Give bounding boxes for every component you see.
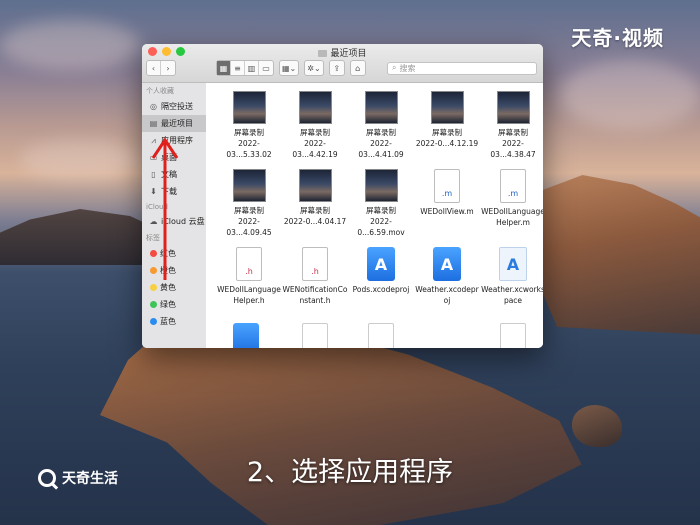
file-name: Weather.xcodepr oj (415, 285, 479, 305)
folder-icon (318, 50, 328, 57)
file-icon (368, 323, 394, 348)
file-name: Pods.xcodeproj (352, 285, 410, 294)
file-item[interactable]: A Pods.xcodeproj (348, 247, 414, 295)
action-menu-button[interactable]: ✲⌄ (304, 60, 324, 76)
sidebar-item-label: 绿色 (160, 300, 176, 309)
file-item[interactable]: .h WENotificationCo nstant.h (282, 247, 348, 306)
file-item[interactable]: 屏幕录制 2022-03...4.42.19 (282, 91, 348, 160)
file-name: 屏幕录制 2022-03...4.09.45 (226, 206, 272, 237)
file-item[interactable]: A Weather.xcodepr oj (414, 247, 480, 306)
video-thumbnail-icon (430, 91, 464, 124)
file-item[interactable]: A Weather.xcworks pace (480, 247, 543, 306)
search-placeholder: 搜索 (399, 63, 416, 73)
sidebar-item-label: 隔空投送 (161, 102, 193, 111)
title-bar: 最近项目 ‹ › ▦ ≡ ▥ ▭ ▦⌄ ✲⌄ ⇪ ⌂ ⌕ 搜索 (142, 44, 543, 83)
forward-button[interactable]: › (161, 61, 175, 75)
xcode-project-icon: A (433, 247, 461, 281)
group-icon: ▦⌄ (282, 63, 297, 73)
file-icon (500, 323, 526, 348)
share-button[interactable]: ⇪ (328, 60, 345, 76)
video-thumbnail-icon (364, 91, 398, 124)
xcode-project-icon (233, 323, 259, 348)
watermark-bottom: 天奇生活 (38, 468, 118, 488)
cloud (20, 140, 140, 180)
finder-window: 最近项目 ‹ › ▦ ≡ ▥ ▭ ▦⌄ ✲⌄ ⇪ ⌂ ⌕ 搜索 个人收藏 ◎ 隔… (142, 44, 543, 348)
file-item[interactable]: 屏幕录制 2022-03...5.33.02 (216, 91, 282, 160)
toolbar: ‹ › ▦ ≡ ▥ ▭ ▦⌄ ✲⌄ ⇪ ⌂ ⌕ 搜索 (146, 60, 537, 76)
objc-source-file-icon: .m (500, 169, 526, 203)
file-name: 屏幕录制 2022-0...4.12.19 (415, 128, 479, 148)
xcode-workspace-icon: A (499, 247, 527, 281)
tag-dot-icon (150, 301, 157, 308)
view-mode-group: ▦ ≡ ▥ ▭ (216, 60, 274, 76)
file-item[interactable]: 屏幕录制 2022-0...6.59.mov (348, 169, 414, 238)
file-item[interactable]: 屏幕录制 2022-03...4.38.47 (480, 91, 543, 160)
tag-button[interactable]: ⌂ (349, 60, 366, 76)
file-name: 屏幕录制 2022-03...5.33.02 (226, 128, 272, 159)
window-title-text: 最近项目 (330, 49, 367, 59)
video-thumbnail-icon (298, 169, 332, 202)
tag-dot-icon (150, 284, 157, 291)
share-icon: ⇪ (333, 63, 341, 73)
video-thumbnail-icon (232, 91, 266, 124)
video-thumbnail-icon (232, 169, 266, 202)
sidebar-tag-blue[interactable]: 蓝色 (142, 313, 206, 330)
file-item[interactable]: .h WEDollLanguage Helper.h (216, 247, 282, 306)
file-name: 屏幕录制 2022-0...4.04.17 (283, 206, 347, 226)
file-item[interactable]: 屏幕录制 2022-0...4.12.19 (414, 91, 480, 149)
file-item[interactable]: 屏幕录制 2022-03...4.41.09 (348, 91, 414, 160)
gallery-view-button[interactable]: ▭ (259, 61, 273, 75)
xcode-project-icon: A (367, 247, 395, 281)
file-item[interactable]: .m WEDollLanguage Helper.m (480, 169, 543, 228)
file-item[interactable]: 屏幕录制 2022-0...4.04.17 (282, 169, 348, 227)
red-arrow-annotation (151, 137, 179, 280)
header-file-icon: .h (236, 247, 262, 281)
file-name: 屏幕录制 2022-03...4.42.19 (292, 128, 338, 159)
gear-icon: ✲⌄ (307, 63, 321, 73)
file-name: WEDollView.m (420, 207, 474, 216)
cloud (0, 20, 140, 70)
nav-buttons: ‹ › (146, 60, 176, 76)
island-right (540, 175, 700, 335)
sidebar-tag-green[interactable]: 绿色 (142, 296, 206, 313)
search-icon: ⌕ (392, 63, 397, 72)
cloud (560, 60, 700, 130)
file-name: 屏幕录制 2022-0...6.59.mov (357, 206, 405, 237)
group-by-button[interactable]: ▦⌄ (279, 60, 300, 76)
search-field[interactable]: ⌕ 搜索 (387, 61, 537, 75)
tag-dot-icon (150, 318, 157, 325)
brand-logo-icon (38, 469, 56, 487)
column-view-button[interactable]: ▥ (245, 61, 259, 75)
header-file-icon: .h (302, 247, 328, 281)
file-name: WEDollLanguage Helper.m (481, 207, 543, 227)
sidebar-item-label: 蓝色 (160, 317, 176, 326)
sidebar-item-label: 黄色 (160, 283, 176, 292)
file-name: WEDollLanguage Helper.h (217, 285, 281, 305)
file-icon (302, 323, 328, 348)
watermark-top: 天奇·视频 (571, 26, 664, 50)
airdrop-icon: ◎ (150, 102, 157, 111)
rock (572, 405, 622, 447)
window-title: 最近项目 (142, 46, 543, 59)
favorites-header: 个人收藏 (146, 87, 174, 95)
objc-source-file-icon: .m (434, 169, 460, 203)
video-thumbnail-icon (298, 91, 332, 124)
icon-view-button[interactable]: ▦ (217, 61, 231, 75)
file-item[interactable]: .m WEDollView.m (414, 169, 480, 217)
file-item[interactable]: 屏幕录制 2022-03...4.09.45 (216, 169, 282, 238)
file-name: 屏幕录制 2022-03...4.41.09 (358, 128, 404, 159)
watermark-bottom-text: 天奇生活 (62, 471, 118, 487)
list-view-button[interactable]: ≡ (231, 61, 245, 75)
video-thumbnail-icon (496, 91, 530, 124)
file-name: WENotificationCo nstant.h (282, 285, 348, 305)
back-button[interactable]: ‹ (147, 61, 161, 75)
file-name: 屏幕录制 2022-03...4.38.47 (490, 128, 536, 159)
file-name: Weather.xcworks pace (481, 285, 543, 305)
file-grid: 屏幕录制 2022-03...5.33.02 屏幕录制 2022-03...4.42… (206, 83, 543, 348)
video-thumbnail-icon (364, 169, 398, 202)
sidebar-item-airdrop[interactable]: ◎ 隔空投送 (142, 98, 206, 115)
tag-icon: ⌂ (355, 63, 361, 73)
